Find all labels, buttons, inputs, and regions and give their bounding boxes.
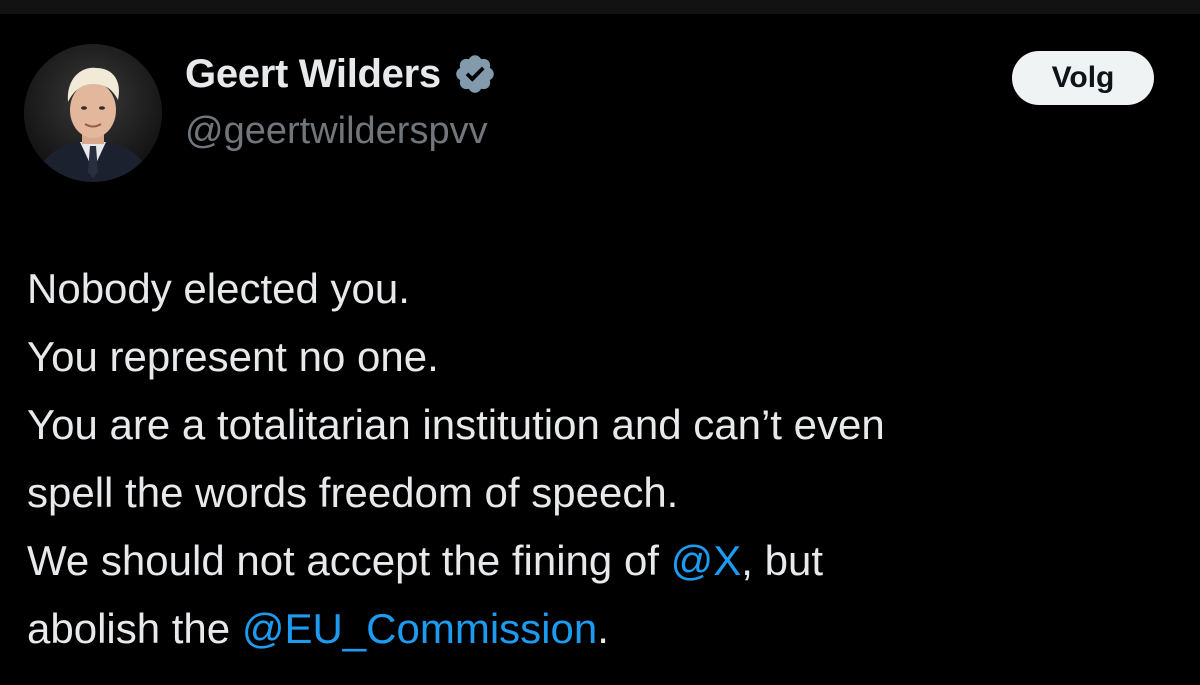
author-name-row[interactable]: Geert Wilders [185, 48, 497, 100]
profile-photo-icon [24, 44, 162, 182]
tweet-line: We should not accept the fining of @X, b… [27, 527, 1177, 595]
tweet-line: Nobody elected you. [27, 265, 410, 312]
tweet-line-text: , but [741, 537, 824, 584]
mention-link-eu-commission[interactable]: @EU_Commission [242, 605, 597, 652]
tweet-line: You are a totalitarian institution and c… [27, 401, 885, 448]
author-display-name[interactable]: Geert Wilders [185, 52, 441, 97]
tweet-text: Nobody elected you. You represent no one… [27, 255, 1177, 663]
follow-button[interactable]: Volg [1012, 51, 1154, 105]
tweet-line: abolish the @EU_Commission. [27, 595, 1177, 663]
mention-link-x[interactable]: @X [671, 537, 742, 584]
verified-badge-icon[interactable] [453, 52, 497, 96]
tweet-line: spell the words freedom of speech. [27, 469, 679, 516]
tweet-line-text: We should not accept the fining of [27, 537, 671, 584]
tweet-line-text: . [597, 605, 609, 652]
author-handle[interactable]: @geertwilderspvv [185, 110, 488, 153]
tweet-line-text: abolish the [27, 605, 242, 652]
avatar[interactable] [24, 44, 162, 182]
tweet-line: You represent no one. [27, 333, 439, 380]
top-edge-strip [0, 0, 1200, 14]
